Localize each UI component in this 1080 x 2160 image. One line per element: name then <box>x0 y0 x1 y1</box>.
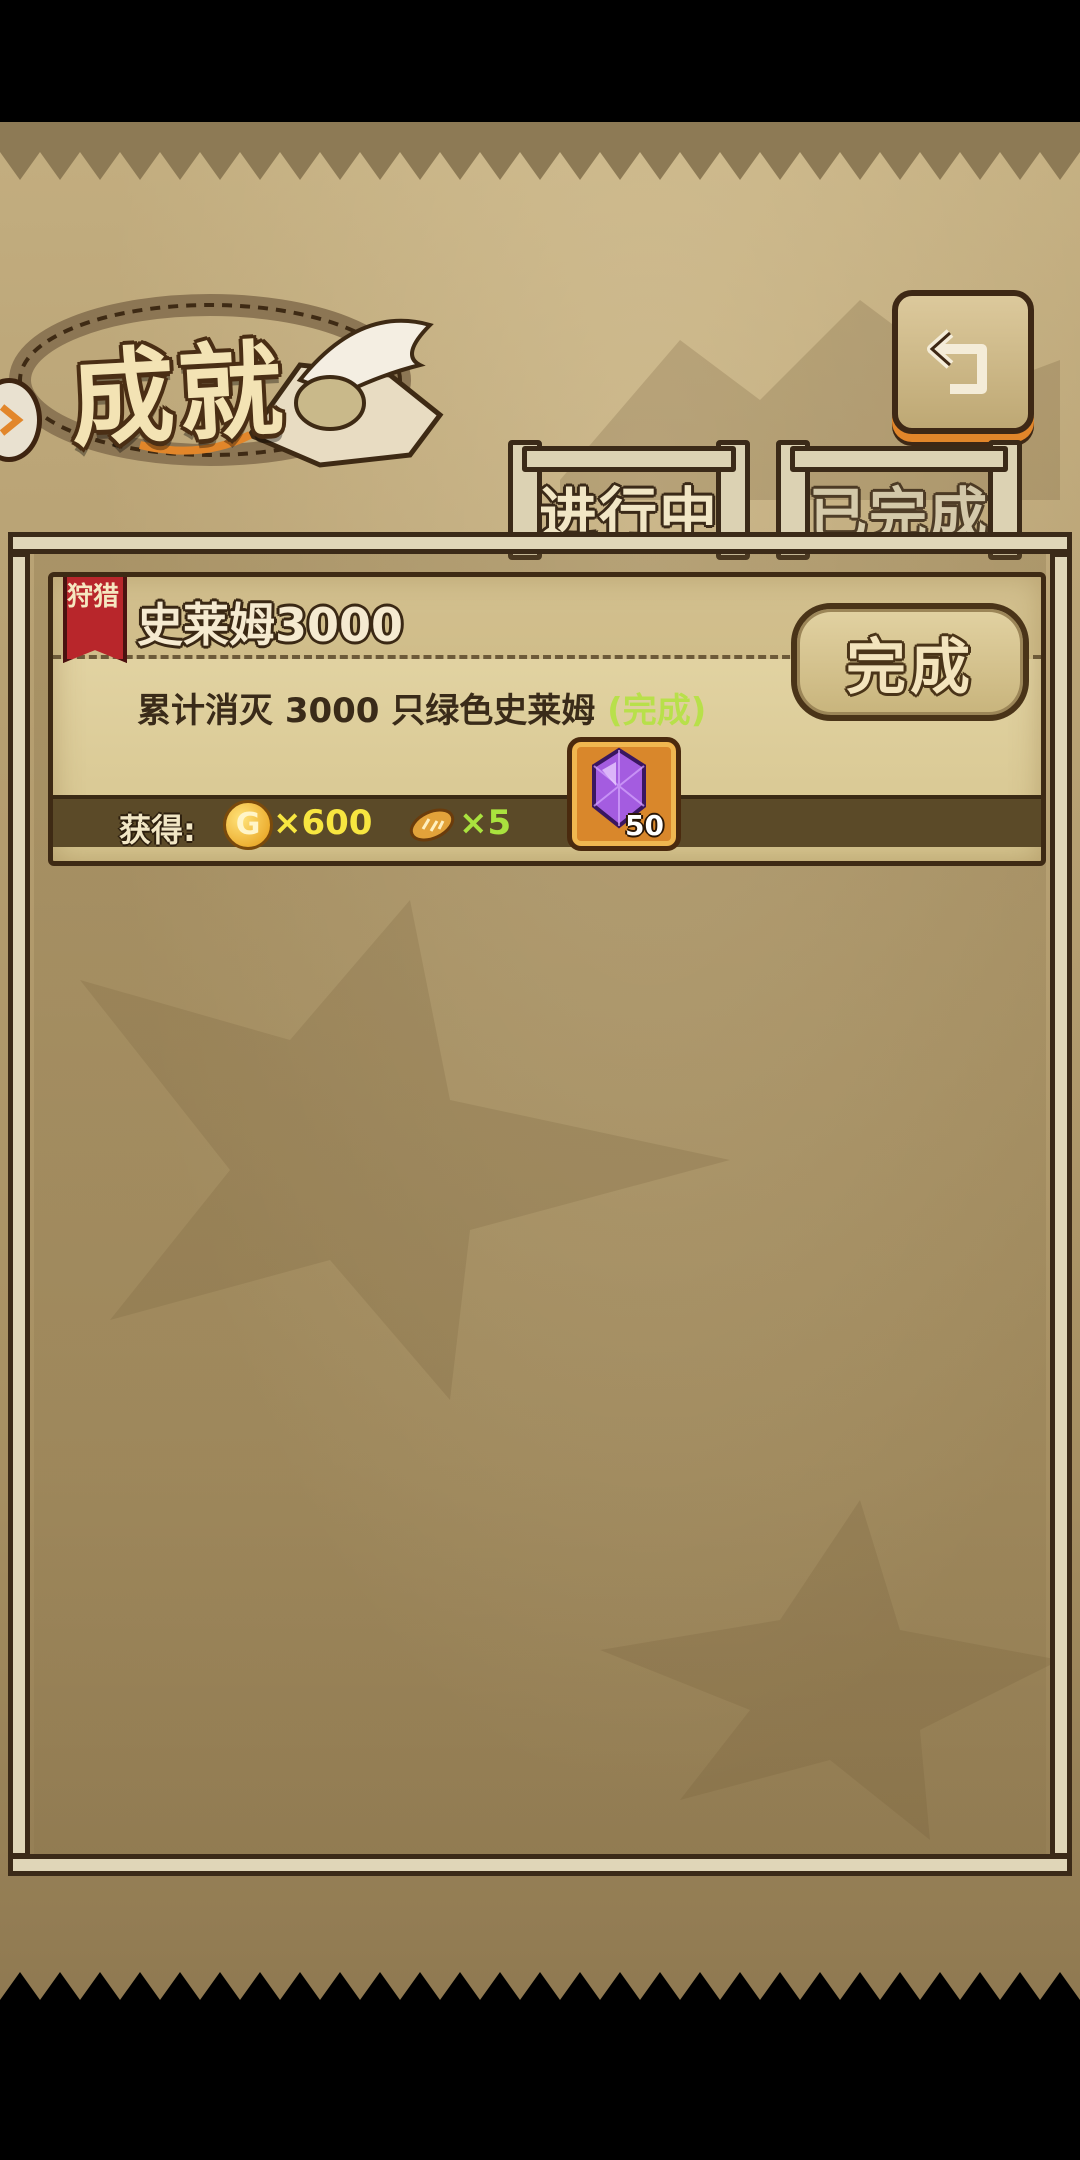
achievements-screen: 成就 进行中 已完成 狩猎 史莱姆3000 累计消灭 3000 只绿色史莱姆 (… <box>0 0 1080 2160</box>
frame-rail-left <box>8 552 30 1858</box>
achievement-description: 累计消灭 3000 只绿色史莱姆 (完成) <box>137 683 706 732</box>
reward-label: 获得: <box>119 811 196 849</box>
back-button[interactable] <box>892 290 1034 434</box>
page-title: 成就 <box>67 328 290 462</box>
reward-bar: 获得: G ×600 ×5 <box>53 795 1041 850</box>
gem-reward-amount: 50 <box>625 809 664 842</box>
frame-rail-right <box>1050 552 1072 1858</box>
gem-reward: 50 <box>567 737 681 851</box>
status-text: (完成) <box>607 691 707 731</box>
bread-reward-amount: ×5 <box>459 803 512 843</box>
gold-coin-icon: G <box>223 800 273 850</box>
bread-icon <box>409 808 455 842</box>
category-label: 狩猎 <box>67 582 120 612</box>
description-text: 累计消灭 3000 只绿色史莱姆 <box>137 691 596 731</box>
complete-button-label: 完成 <box>846 632 974 703</box>
torn-edge-top <box>0 122 1080 180</box>
chevron-right-icon <box>0 404 24 436</box>
frame-rail-top <box>8 532 1072 554</box>
gold-reward-amount: ×600 <box>273 803 373 843</box>
achievement-card: 狩猎 史莱姆3000 累计消灭 3000 只绿色史莱姆 (完成) 完成 获得: … <box>48 572 1046 866</box>
complete-button[interactable]: 完成 <box>791 603 1029 721</box>
frame-rail-bottom <box>8 1854 1072 1876</box>
achievement-title: 史莱姆3000 <box>137 598 404 652</box>
return-arrow-icon <box>927 329 987 394</box>
torn-edge-bottom <box>0 1972 1080 2040</box>
